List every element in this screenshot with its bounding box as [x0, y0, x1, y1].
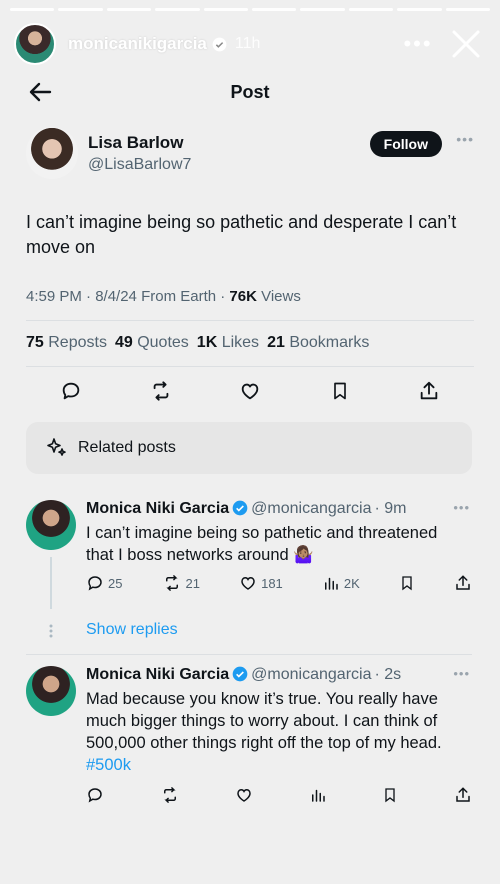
more-icon[interactable]: ••• — [456, 131, 474, 147]
close-icon[interactable] — [446, 24, 486, 64]
reply-actions: 25 21 181 2K — [86, 572, 472, 594]
post-header: Post — [0, 70, 500, 114]
reply-card[interactable]: Monica Niki Garcia @monicangarcia · 2s •••… — [26, 666, 472, 811]
story-progress-bar — [10, 8, 491, 11]
reply-author[interactable]: Monica Niki Garcia @monicangarcia · 9m — [86, 500, 406, 518]
tweet-stats: 75 Reposts 49 Quotes 1K Likes 21 Bookmar… — [26, 334, 369, 352]
author-handle[interactable]: @LisaBarlow7 — [88, 156, 191, 174]
reply-card[interactable]: Monica Niki Garcia @monicangarcia · 9m •••… — [26, 500, 472, 610]
reply-icon[interactable] — [56, 376, 86, 406]
tweet-meta: 4:59 PM · 8/4/24 From Earth · 76K Views — [26, 288, 301, 305]
bookmark-icon[interactable] — [382, 786, 398, 804]
story-time: 11h — [234, 35, 261, 52]
thread-dots-icon — [49, 624, 53, 638]
bookmarks-stat[interactable]: 21 Bookmarks — [267, 334, 369, 352]
reposts-stat[interactable]: 75 Reposts — [26, 334, 107, 352]
verified-icon — [212, 37, 227, 51]
reply-count-button[interactable]: 25 — [86, 574, 122, 592]
reply-text: I can’t imagine being so pathetic and th… — [86, 524, 438, 564]
views-label: Views — [256, 288, 301, 305]
bookmark-icon[interactable] — [399, 574, 415, 592]
bookmark-icon[interactable] — [325, 376, 355, 406]
reply-actions — [86, 784, 472, 806]
thread-line — [50, 557, 52, 609]
show-replies-link[interactable]: Show replies — [86, 621, 178, 639]
story-username[interactable]: monicanikigarcia — [68, 34, 207, 54]
share-icon[interactable] — [414, 376, 444, 406]
author-name[interactable]: Lisa Barlow — [88, 133, 183, 153]
repost-icon[interactable] — [160, 786, 180, 804]
avatar[interactable] — [26, 500, 76, 550]
verified-icon — [232, 500, 248, 516]
more-icon[interactable]: ••• — [453, 500, 470, 515]
page-title: Post — [230, 82, 270, 102]
divider — [26, 366, 474, 367]
reply-text: Mad because you know it’s true. You real… — [86, 690, 442, 774]
tweet-author: Lisa Barlow @LisaBarlow7 Follow ••• — [26, 127, 474, 183]
story-header: monicanikigarcia 11h ••• — [14, 22, 486, 66]
views-count-button[interactable]: 2K — [322, 574, 360, 592]
share-icon[interactable] — [454, 574, 472, 592]
quotes-stat[interactable]: 49 Quotes — [115, 334, 189, 352]
repost-icon[interactable] — [146, 376, 176, 406]
divider — [26, 654, 472, 655]
views-icon[interactable] — [309, 786, 327, 804]
like-icon[interactable] — [235, 786, 253, 804]
reply-author[interactable]: Monica Niki Garcia @monicangarcia · 2s — [86, 666, 401, 684]
avatar[interactable] — [26, 666, 76, 716]
related-posts-banner[interactable]: Related posts — [26, 422, 472, 474]
share-icon[interactable] — [454, 786, 472, 804]
reply-icon[interactable] — [86, 786, 104, 804]
related-posts-label: Related posts — [78, 439, 176, 456]
views-count[interactable]: 76K — [229, 288, 257, 305]
story-more-icon[interactable]: ••• — [398, 31, 438, 57]
divider — [26, 320, 474, 321]
tweet-actions — [56, 376, 444, 406]
sparkle-icon — [47, 438, 66, 456]
like-count-button[interactable]: 181 — [239, 574, 283, 592]
more-icon[interactable]: ••• — [453, 666, 470, 681]
like-icon[interactable] — [235, 376, 265, 406]
story-avatar[interactable] — [14, 23, 56, 65]
avatar[interactable] — [26, 127, 78, 179]
repost-count-button[interactable]: 21 — [162, 574, 200, 592]
verified-icon — [232, 666, 248, 682]
hashtag-link[interactable]: #500k — [86, 756, 131, 774]
follow-button[interactable]: Follow — [369, 131, 442, 157]
tweet-text: I can’t imagine being so pathetic and de… — [26, 212, 457, 257]
likes-stat[interactable]: 1K Likes — [197, 334, 259, 352]
tweet-time: 4:59 PM · 8/4/24 From Earth · — [26, 288, 230, 305]
